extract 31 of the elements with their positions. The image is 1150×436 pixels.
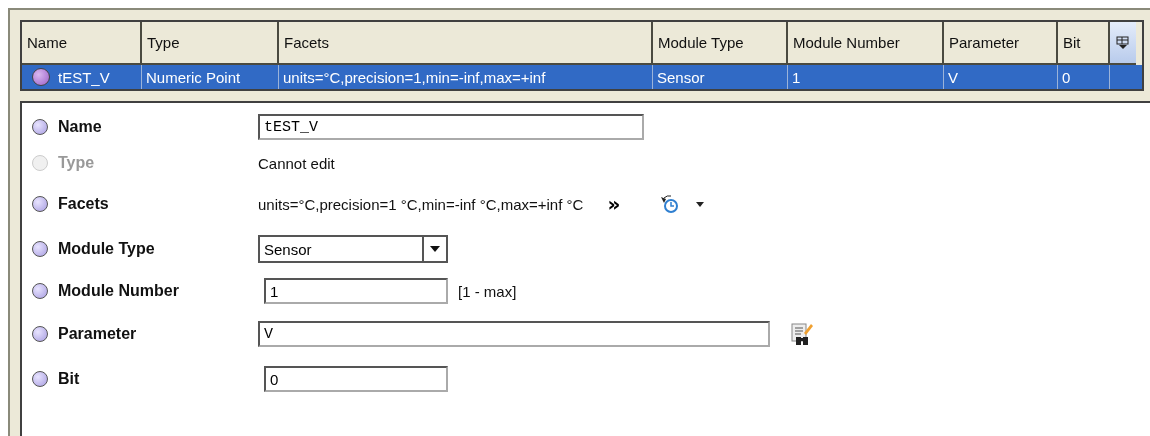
property-label: Type	[58, 154, 96, 172]
cell-text: V	[948, 68, 958, 86]
property-label: Name	[58, 118, 103, 136]
history-icon[interactable]	[658, 194, 681, 214]
property-label: Facets	[58, 195, 110, 213]
more-button[interactable]: »	[601, 192, 627, 216]
property-label: Bit	[58, 370, 81, 388]
caret-icon	[430, 246, 440, 252]
cell-text: Sensor	[657, 68, 705, 86]
property-label: Module Type	[58, 240, 156, 258]
module-type-dropdown[interactable]: Sensor	[258, 235, 448, 263]
caret-icon[interactable]	[696, 201, 705, 207]
cell-text: Numeric Point	[146, 68, 241, 86]
column-chooser-button[interactable]	[1110, 22, 1136, 65]
document-binoculars-icon[interactable]	[790, 321, 814, 347]
cell-text: 1	[792, 68, 801, 86]
property-label: Parameter	[58, 325, 138, 343]
column-chooser-icon	[1116, 35, 1130, 50]
value-text: Cannot edit	[258, 154, 335, 172]
number-field[interactable]: 0	[264, 366, 448, 392]
table-row[interactable]: tEST_V Numeric Point units=°C,precision=1,min=-inf,max=+inf Sensor 1 V 0	[22, 65, 1142, 89]
cell-text: units=°C,precision=1,min=-inf,max=+inf	[283, 68, 546, 86]
point-icon	[32, 68, 50, 86]
facets-text: units=°C,precision=1 °C,min=-inf °C,max=+inf °C	[258, 195, 584, 213]
cell-text: 0	[1062, 68, 1071, 86]
cell-text: tEST_V	[58, 68, 110, 86]
number-field[interactable]: 1	[264, 278, 448, 304]
property-label: Module Number	[58, 282, 180, 300]
name-field[interactable]: tEST_V	[258, 114, 644, 140]
range-text: [1 - max]	[458, 282, 517, 300]
parameter-field[interactable]: V	[258, 321, 770, 347]
